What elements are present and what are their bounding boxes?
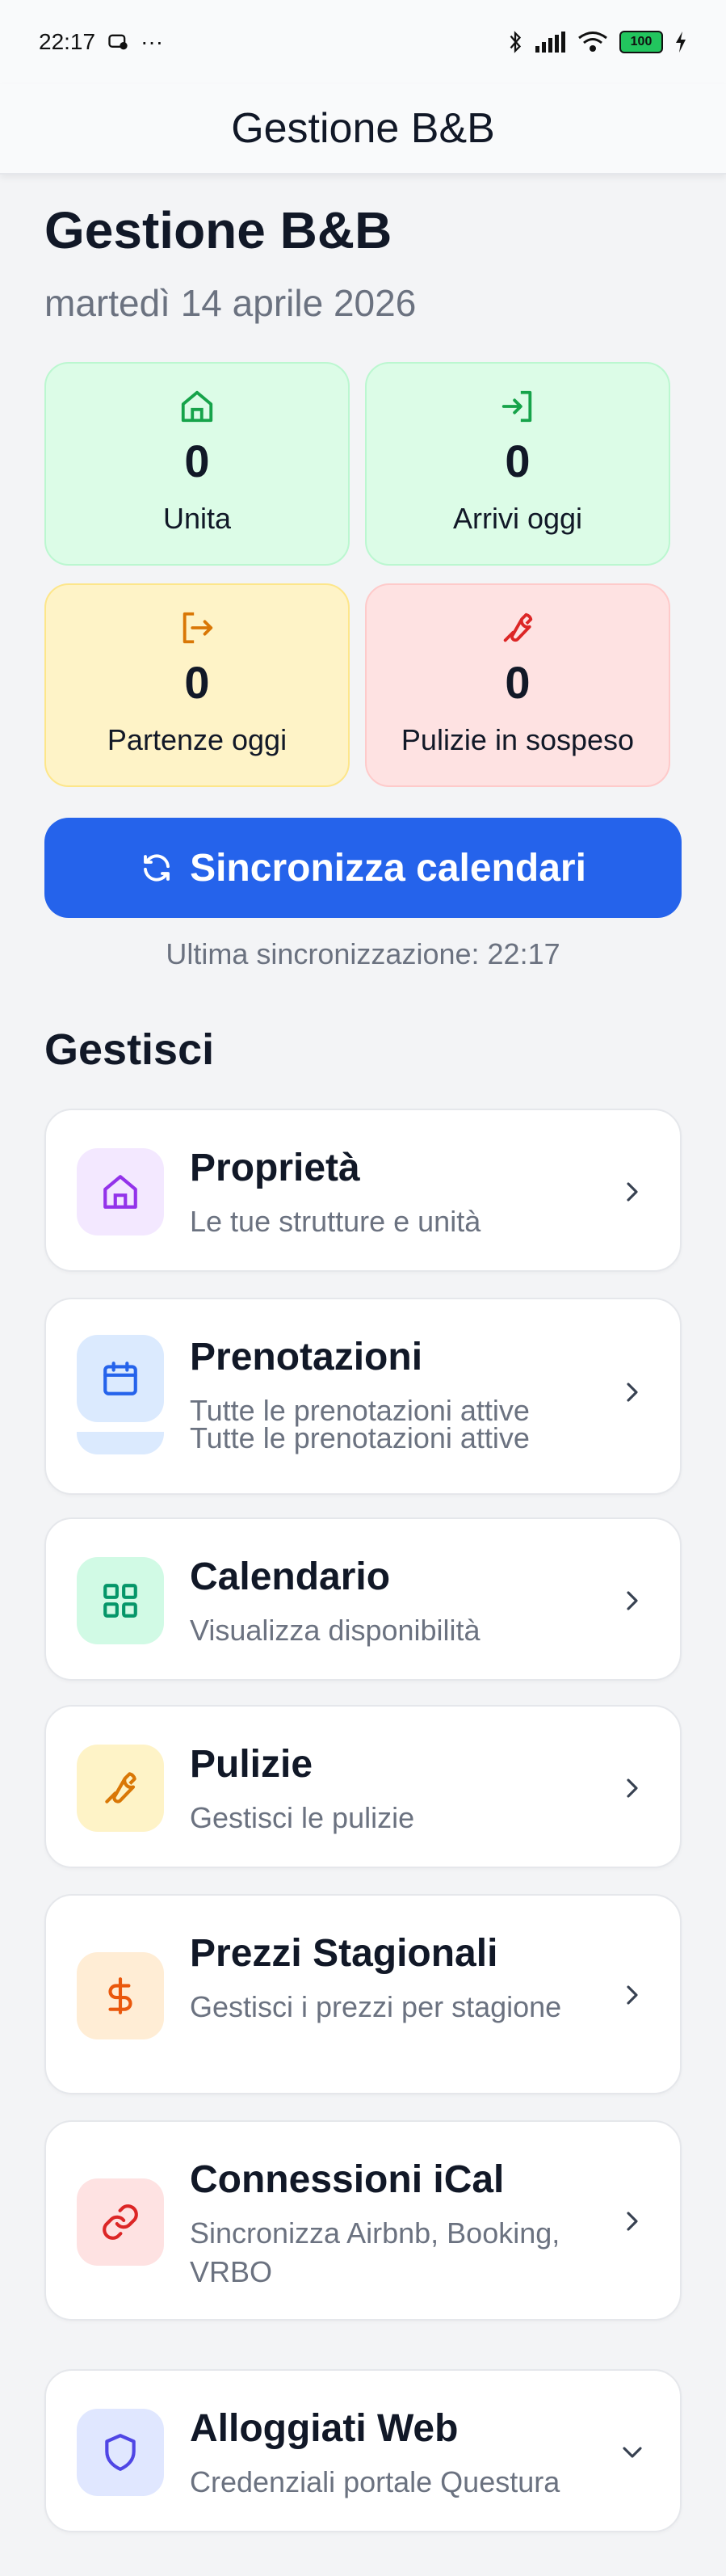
- wifi-icon: [578, 32, 607, 52]
- calendar-icon: [103, 1362, 137, 1395]
- manage-item-bookings[interactable]: Prenotazioni Tutte le prenotazioni attiv…: [44, 1298, 682, 1495]
- manage-item-subtitle: Tutte le prenotazioni attive: [190, 1394, 530, 1427]
- page-date: martedì 14 aprile 2026: [44, 282, 417, 324]
- sync-calendars-button[interactable]: Sincronizza calendari: [44, 818, 682, 918]
- chevron-right-icon: [627, 1778, 638, 1798]
- manage-item-title: Proprietà: [190, 1147, 360, 1189]
- manage-item-subtitle: Le tue strutture e unità: [190, 1205, 481, 1238]
- manage-item-subtitle: Gestisci i prezzi per stagione: [190, 1990, 562, 2023]
- manage-item-subtitle-duplicate: Tutte le prenotazioni attive: [190, 1424, 530, 1454]
- manage-item-title: Pulizie: [190, 1743, 313, 1786]
- charging-icon: [676, 32, 686, 53]
- last-sync-text: Ultima sincronizzazione: 22:17: [166, 937, 560, 970]
- icon-box: [77, 1952, 164, 2039]
- sync-button-label: Sincronizza calendari: [190, 846, 586, 890]
- link-icon: [103, 2204, 138, 2240]
- manage-item-title: Prezzi Stagionali: [190, 1932, 498, 1975]
- home-icon: [103, 1175, 137, 1209]
- stat-label: Pulizie in sospeso: [401, 723, 635, 756]
- manage-item-subtitle: Credenziali portale Questura: [190, 2465, 560, 2498]
- section-title-manage: Gestisci: [44, 1025, 215, 1074]
- chevron-right-icon: [627, 1383, 638, 1402]
- icon-box: [77, 1335, 164, 1422]
- manage-item-calendar[interactable]: Calendario Visualizza disponibilità: [44, 1517, 682, 1681]
- stat-label: Arrivi oggi: [452, 502, 583, 535]
- battery-indicator: 100: [619, 31, 663, 53]
- status-time: 22:17: [39, 29, 96, 54]
- dollar-icon: [108, 1977, 132, 2014]
- manage-item-alloggiati-web[interactable]: Alloggiati Web Credenziali portale Quest…: [44, 2369, 682, 2532]
- manage-item-ical-connections[interactable]: Connessioni iCal Sincronizza Airbnb, Boo…: [44, 2120, 682, 2321]
- chevron-right-icon: [627, 1591, 638, 1610]
- manage-item-title: Alloggiati Web: [190, 2407, 459, 2450]
- manage-item-subtitle: Gestisci le pulizie: [190, 1801, 415, 1834]
- chevron-down-icon: [623, 2447, 642, 2458]
- shield-icon: [105, 2434, 136, 2471]
- app-bar-title: Gestione B&B: [231, 105, 495, 152]
- stat-value: 0: [184, 436, 210, 486]
- logout-icon: [183, 612, 213, 644]
- chevron-right-icon: [627, 1182, 638, 1202]
- icon-box: [77, 1745, 164, 1832]
- status-bar: 22:17 ··· 100: [0, 0, 726, 84]
- manage-item-title: Calendario: [190, 1555, 391, 1598]
- manage-item-title: Prenotazioni: [190, 1336, 423, 1378]
- notification-icon: [108, 34, 128, 50]
- stat-value: 0: [505, 657, 531, 708]
- app-bar: Gestione B&B: [0, 84, 726, 175]
- more-dots: ···: [141, 29, 164, 54]
- stat-departures-card[interactable]: 0 Partenze oggi: [44, 583, 350, 787]
- stat-units-card[interactable]: 0 Unita: [44, 362, 350, 566]
- wrench-icon: [503, 612, 533, 642]
- home-icon: [181, 390, 213, 423]
- stat-label: Partenze oggi: [107, 723, 287, 756]
- stat-value: 0: [184, 657, 210, 708]
- manage-item-subtitle: Visualizza disponibilità: [190, 1614, 481, 1647]
- login-icon: [501, 390, 532, 423]
- manage-item-seasonal-prices[interactable]: Prezzi Stagionali Gestisci i prezzi per …: [44, 1894, 682, 2094]
- stat-cleanings-card[interactable]: 0 Pulizie in sospeso: [365, 583, 670, 787]
- manage-item-title: Connessioni iCal: [190, 2158, 505, 2201]
- wrench-icon: [105, 1772, 136, 1804]
- refresh-icon: [144, 854, 170, 882]
- stat-value: 0: [505, 436, 531, 486]
- page-title: Gestione B&B: [44, 201, 392, 259]
- chevron-right-icon: [627, 2212, 638, 2231]
- grid-icon: [103, 1584, 137, 1618]
- manage-item-subtitle: Sincronizza Airbnb, Booking, VRBO: [190, 2216, 560, 2288]
- bluetooth-icon: [510, 31, 522, 53]
- signal-icon: [535, 32, 565, 53]
- icon-box: [77, 1557, 164, 1644]
- manage-item-properties[interactable]: Proprietà Le tue strutture e unità: [44, 1109, 682, 1272]
- icon-box: [77, 2178, 164, 2266]
- stat-label: Unita: [162, 502, 232, 535]
- manage-item-cleanings[interactable]: Pulizie Gestisci le pulizie: [44, 1705, 682, 1868]
- chevron-right-icon: [627, 1985, 638, 2005]
- icon-box: [77, 1148, 164, 1235]
- icon-box-overflow: [77, 1432, 164, 1454]
- stat-arrivals-card[interactable]: 0 Arrivi oggi: [365, 362, 670, 566]
- icon-box: [77, 2409, 164, 2496]
